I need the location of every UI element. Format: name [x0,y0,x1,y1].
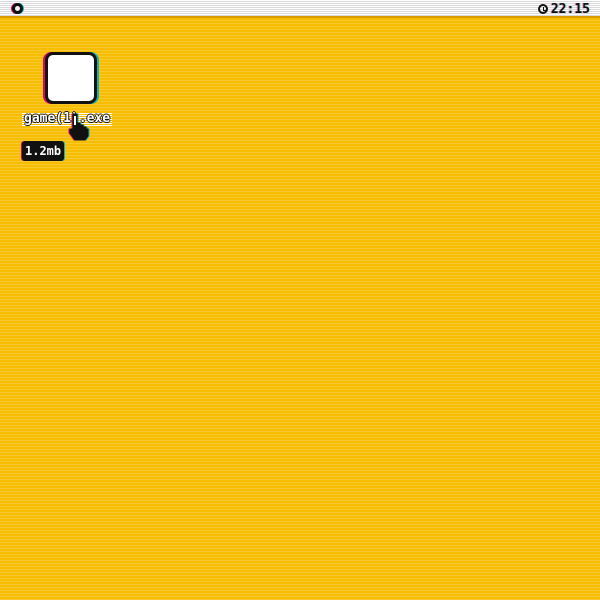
system-menu-icon[interactable] [12,3,23,14]
file-size-badge: 1.2mb [22,141,65,161]
desktop-file-icon[interactable]: game(1).exe 1.2mb [22,52,118,162]
clock-icon [537,4,548,14]
clock-time: 22:15 [550,1,590,17]
hand-pointer-icon [68,113,90,141]
menu-bar: 22:15 [0,0,600,18]
blank-file-icon[interactable] [45,52,97,104]
clock[interactable]: 22:15 [537,1,590,17]
